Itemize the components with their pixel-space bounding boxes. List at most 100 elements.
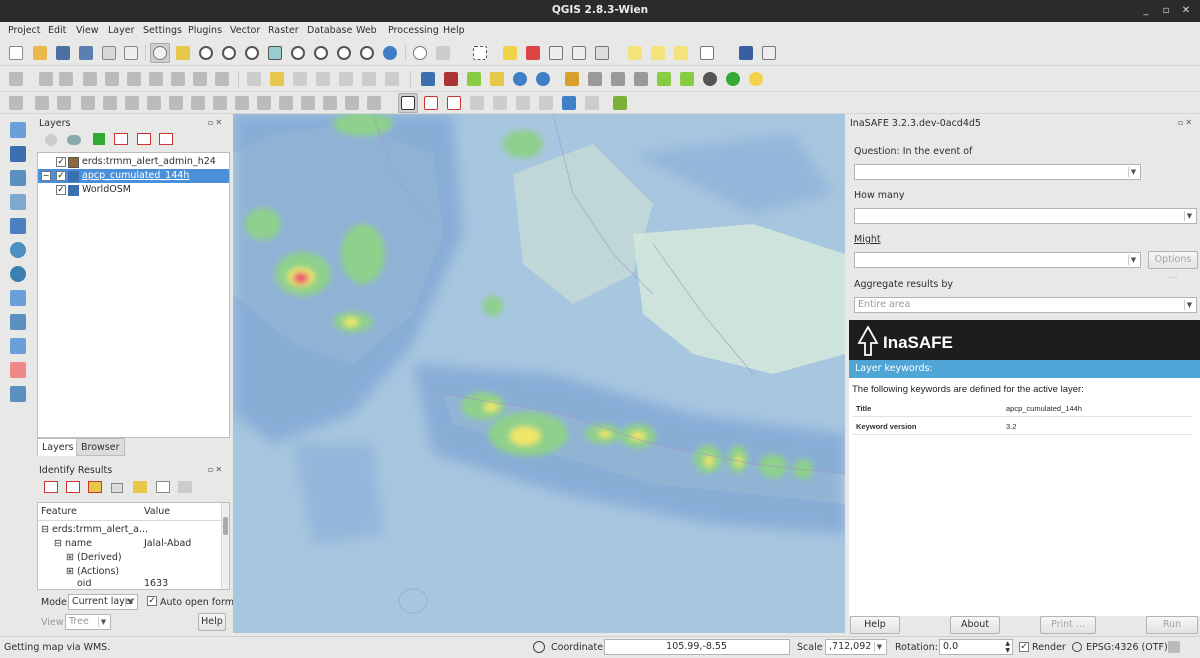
layer-visibility-checkbox[interactable]: ✓ — [56, 171, 66, 181]
new-project-icon[interactable] — [6, 43, 26, 63]
add-globe-icon[interactable] — [700, 69, 720, 89]
help-icon[interactable] — [736, 43, 756, 63]
star-icon[interactable] — [746, 69, 766, 89]
graph-icon[interactable] — [631, 69, 651, 89]
add-spatialite-layer-icon[interactable] — [10, 194, 26, 210]
mode-select[interactable]: Current layer ▼ — [68, 594, 138, 610]
identify-panel-float-close-icon[interactable]: ▫✕ — [208, 465, 224, 474]
menu-help[interactable]: Help — [443, 25, 465, 36]
add-virtual-layer-icon[interactable] — [10, 362, 26, 378]
inasafe-batch-icon[interactable] — [582, 93, 602, 113]
add-raster-layer-icon[interactable] — [10, 146, 26, 162]
add-feature-icon[interactable] — [80, 69, 100, 89]
table-row[interactable]: ⊟ erds:trmm_alert_a... — [38, 523, 223, 537]
rotate-feature-icon[interactable] — [78, 93, 98, 113]
print-composer-icon[interactable] — [99, 43, 119, 63]
toggle-editing-icon[interactable] — [36, 69, 56, 89]
zoom-selection-icon[interactable] — [311, 43, 331, 63]
simplify-icon[interactable] — [100, 93, 120, 113]
crs-status[interactable]: EPSG:4326 (OTF) — [1086, 642, 1168, 653]
layer-row-worldosm[interactable]: ✓ WorldOSM — [38, 183, 229, 197]
split-features-icon[interactable] — [276, 93, 296, 113]
add-wcs-layer-icon[interactable] — [10, 266, 26, 282]
current-edits-icon[interactable] — [6, 69, 26, 89]
expand-tree-icon[interactable] — [44, 481, 58, 493]
menu-view[interactable]: View — [76, 25, 99, 36]
menu-settings[interactable]: Settings — [143, 25, 182, 36]
view-select[interactable]: Tree ▼ — [65, 614, 111, 630]
crs-globe-icon[interactable] — [1072, 642, 1082, 652]
add-wfs-layer-icon[interactable] — [10, 290, 26, 306]
snap-icon[interactable] — [6, 93, 26, 113]
zoom-native-icon[interactable] — [242, 43, 262, 63]
add-wms-layer-icon[interactable] — [10, 242, 26, 258]
move-feature-icon[interactable] — [102, 69, 122, 89]
add-globe2-icon[interactable] — [723, 69, 743, 89]
messages-icon[interactable] — [1168, 641, 1180, 653]
exposure-select[interactable]: ▼ — [854, 208, 1197, 224]
attribute-table-icon[interactable] — [546, 43, 566, 63]
expand-toggle-icon[interactable]: ⊞ — [66, 551, 74, 565]
identify-icon[interactable] — [410, 43, 430, 63]
collapse-all-icon[interactable] — [137, 133, 151, 145]
delete-selected-icon[interactable] — [146, 69, 166, 89]
identify-help-button[interactable]: Help — [198, 613, 226, 631]
annotation-icon[interactable] — [625, 43, 645, 63]
change-label-icon[interactable] — [382, 69, 402, 89]
print-button[interactable]: Print ... — [1040, 616, 1096, 634]
zoom-out-icon[interactable] — [219, 43, 239, 63]
tab-layers[interactable]: Layers — [37, 438, 79, 456]
map-tips-icon[interactable] — [592, 43, 612, 63]
bookmark-icon[interactable] — [648, 43, 668, 63]
inasafe-keywords-icon[interactable] — [490, 93, 510, 113]
python-console-icon[interactable] — [418, 69, 438, 89]
menu-vector[interactable]: Vector — [230, 25, 260, 36]
run-button[interactable]: Run — [1146, 616, 1198, 634]
collapse-toggle-icon[interactable]: ⊟ — [54, 537, 62, 551]
inasafe-extent2-icon[interactable] — [444, 93, 464, 113]
collapse-toggle-icon[interactable]: ⊟ — [41, 523, 49, 537]
aggregation-select[interactable]: Entire area ▼ — [854, 297, 1197, 313]
inasafe-impact-icon[interactable] — [513, 93, 533, 113]
paste-features-icon[interactable] — [212, 69, 232, 89]
table-row[interactable]: ⊟ name Jalal-Abad — [38, 537, 223, 551]
filter-legend-icon[interactable] — [93, 133, 105, 145]
coordinate-field[interactable]: 105.99,-8.55 — [604, 639, 790, 655]
add-part-icon[interactable] — [144, 93, 164, 113]
delete-part-icon[interactable] — [210, 93, 230, 113]
vertical-scrollbar[interactable] — [221, 503, 229, 589]
add-postgis-layer-icon[interactable] — [10, 170, 26, 186]
help-button[interactable]: Help — [850, 616, 900, 634]
function-select[interactable]: ▼ — [854, 252, 1141, 268]
layer-labeling-icon[interactable] — [267, 69, 287, 89]
scale-select[interactable]: ,712,092 ▼ — [825, 639, 887, 655]
label-tool-icon[interactable] — [244, 69, 264, 89]
inasafe-converter-icon[interactable] — [536, 93, 556, 113]
collapse-tree-icon[interactable] — [66, 481, 80, 493]
cut-features-icon[interactable] — [168, 69, 188, 89]
zoom-in-icon[interactable] — [196, 43, 216, 63]
sync-icon[interactable] — [510, 69, 530, 89]
osm-search-icon[interactable] — [533, 69, 553, 89]
add-vector-layer-icon[interactable] — [10, 122, 26, 138]
spinbox-arrows-icon[interactable]: ▲ ▼ — [1005, 640, 1010, 654]
chart-icon[interactable] — [608, 69, 628, 89]
expand-toggle-icon[interactable]: ⊞ — [66, 565, 74, 579]
zoom-last-icon[interactable] — [334, 43, 354, 63]
remove-layer-icon[interactable] — [159, 133, 173, 145]
stats-icon[interactable] — [585, 69, 605, 89]
inasafe-osm-icon[interactable] — [559, 93, 579, 113]
menu-web[interactable]: Web — [356, 25, 377, 36]
expand-all-icon[interactable] — [114, 133, 128, 145]
copy-results-icon[interactable] — [156, 481, 170, 493]
visibility-eye-icon[interactable] — [67, 135, 81, 145]
zoom-full-icon[interactable] — [265, 43, 285, 63]
table-row[interactable]: oid 1633 — [38, 579, 223, 589]
menu-database[interactable]: Database — [307, 25, 352, 36]
add-mssql-layer-icon[interactable] — [10, 218, 26, 234]
tab-browser[interactable]: Browser — [76, 438, 125, 456]
add-gpx-icon[interactable] — [10, 386, 26, 402]
copy-feature-icon[interactable] — [111, 483, 123, 493]
inasafe-plugin-icon[interactable] — [610, 93, 630, 113]
save-project-icon[interactable] — [53, 43, 73, 63]
